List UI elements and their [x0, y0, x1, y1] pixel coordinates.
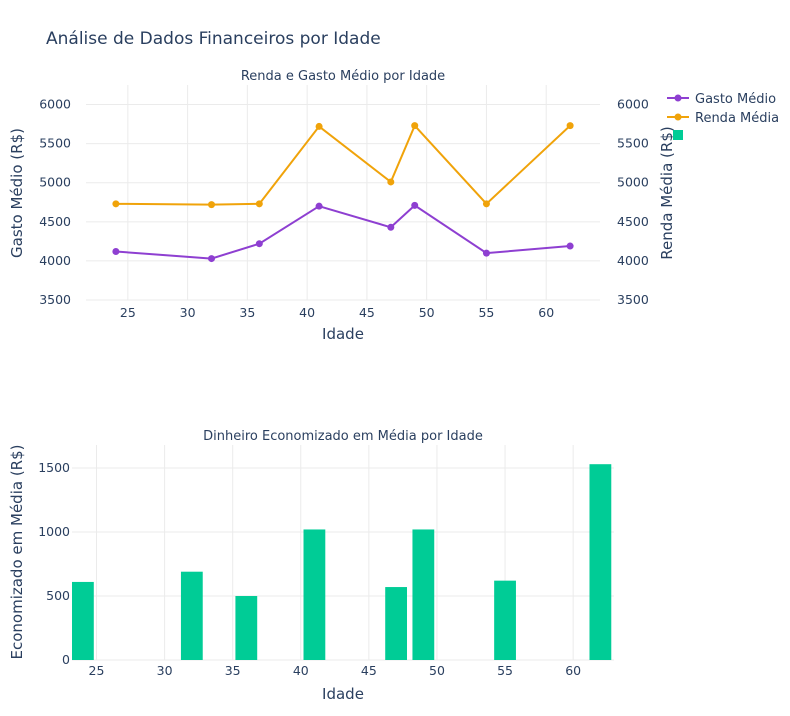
bar	[494, 580, 516, 660]
bar	[303, 529, 326, 660]
figure-canvas: Análise de Dados Financeiros por Idade R…	[8, 29, 779, 703]
line-chart-title: Renda e Gasto Médio por Idade	[241, 69, 445, 84]
bar-y-tick-labels: 0 500 1000 1500	[38, 460, 70, 667]
series-line-gasto	[115, 204, 571, 260]
y-tick-label: 1500	[38, 460, 70, 475]
bar-chart-grid	[72, 445, 614, 661]
line-subplot: Renda e Gasto Médio por Idade 3500 4000 45…	[8, 69, 676, 343]
x-tick-label: 25	[89, 663, 105, 678]
data-point	[566, 122, 574, 130]
bar-y-axis-title: Economizado em Média (R$)	[8, 445, 26, 660]
y2-tick-label: 4000	[617, 253, 649, 268]
data-point	[208, 201, 216, 209]
legend-label: Gasto Médio	[695, 92, 776, 107]
data-point	[315, 122, 323, 130]
x-tick-label: 45	[361, 663, 377, 678]
y-tick-label: 4000	[39, 253, 71, 268]
y2-tick-label: 3500	[617, 292, 649, 307]
y-tick-label: 5500	[39, 136, 71, 151]
legend-marker	[674, 113, 682, 121]
x-tick-label: 60	[538, 305, 554, 320]
data-point	[566, 242, 574, 250]
y2-tick-label: 5500	[617, 136, 649, 151]
bar	[589, 464, 612, 660]
series-line-renda	[115, 123, 571, 206]
legend-savings-swatch[interactable]	[673, 130, 683, 140]
data-point	[387, 223, 395, 231]
bar	[385, 587, 408, 660]
x-tick-label: 55	[497, 663, 513, 678]
line-y2-axis-title: Renda Média (R$)	[658, 126, 676, 259]
bar-x-axis-title: Idade	[322, 685, 364, 703]
legend-marker	[674, 94, 682, 102]
y2-tick-label: 4500	[617, 214, 649, 229]
line-chart-grid	[86, 85, 600, 301]
right-y-tick-labels: 3500 4000 4500 5000 5500 6000	[617, 97, 649, 307]
x-tick-label: 50	[429, 663, 445, 678]
bar-x-tick-labels: 25 30 35 40 45 50 55 60	[89, 663, 582, 678]
x-tick-label: 35	[225, 663, 241, 678]
data-point	[387, 178, 395, 186]
x-tick-label: 40	[293, 663, 309, 678]
line-x-tick-labels: 25 30 35 40 45 50 55 60	[120, 305, 554, 320]
y-tick-label: 6000	[39, 97, 71, 112]
x-tick-label: 40	[299, 305, 315, 320]
data-point	[208, 255, 216, 263]
x-tick-label: 35	[239, 305, 255, 320]
y-tick-label: 0	[62, 652, 70, 667]
data-point	[482, 200, 490, 208]
y-tick-label: 3500	[39, 292, 71, 307]
data-point	[411, 122, 419, 130]
y-tick-label: 500	[46, 588, 70, 603]
legend-label: Renda Média	[695, 111, 779, 126]
data-point	[255, 240, 263, 248]
x-tick-label: 50	[419, 305, 435, 320]
bar	[235, 596, 258, 660]
y2-tick-label: 6000	[617, 97, 649, 112]
y-tick-label: 4500	[39, 214, 71, 229]
x-tick-label: 60	[565, 663, 581, 678]
x-tick-label: 30	[180, 305, 196, 320]
legend[interactable]: Gasto Médio Renda Média	[667, 92, 779, 140]
data-point	[112, 248, 120, 256]
y2-tick-label: 5000	[617, 175, 649, 190]
line-y-axis-title: Gasto Médio (R$)	[8, 128, 26, 258]
bar	[72, 581, 94, 660]
legend-item-renda[interactable]: Renda Média	[667, 111, 779, 126]
bar	[180, 571, 203, 660]
legend-item-gasto[interactable]: Gasto Médio	[667, 92, 776, 107]
left-y-tick-labels: 3500 4000 4500 5000 5500 6000	[39, 97, 71, 307]
data-point	[411, 201, 419, 209]
data-point	[112, 200, 120, 208]
main-title: Análise de Dados Financeiros por Idade	[46, 29, 381, 49]
bar-subplot: Dinheiro Economizado em Média por Idade …	[8, 429, 614, 703]
x-tick-label: 45	[359, 305, 375, 320]
y-tick-label: 1000	[38, 524, 70, 539]
x-tick-label: 25	[120, 305, 136, 320]
x-tick-label: 30	[157, 663, 173, 678]
data-point	[482, 249, 490, 257]
data-point	[255, 200, 263, 208]
y-tick-label: 5000	[39, 175, 71, 190]
data-point	[315, 202, 323, 210]
bar-chart-title: Dinheiro Economizado em Média por Idade	[203, 429, 483, 444]
x-tick-label: 55	[478, 305, 494, 320]
line-x-axis-title: Idade	[322, 325, 364, 343]
bar-series	[72, 464, 612, 660]
bar	[412, 529, 435, 660]
